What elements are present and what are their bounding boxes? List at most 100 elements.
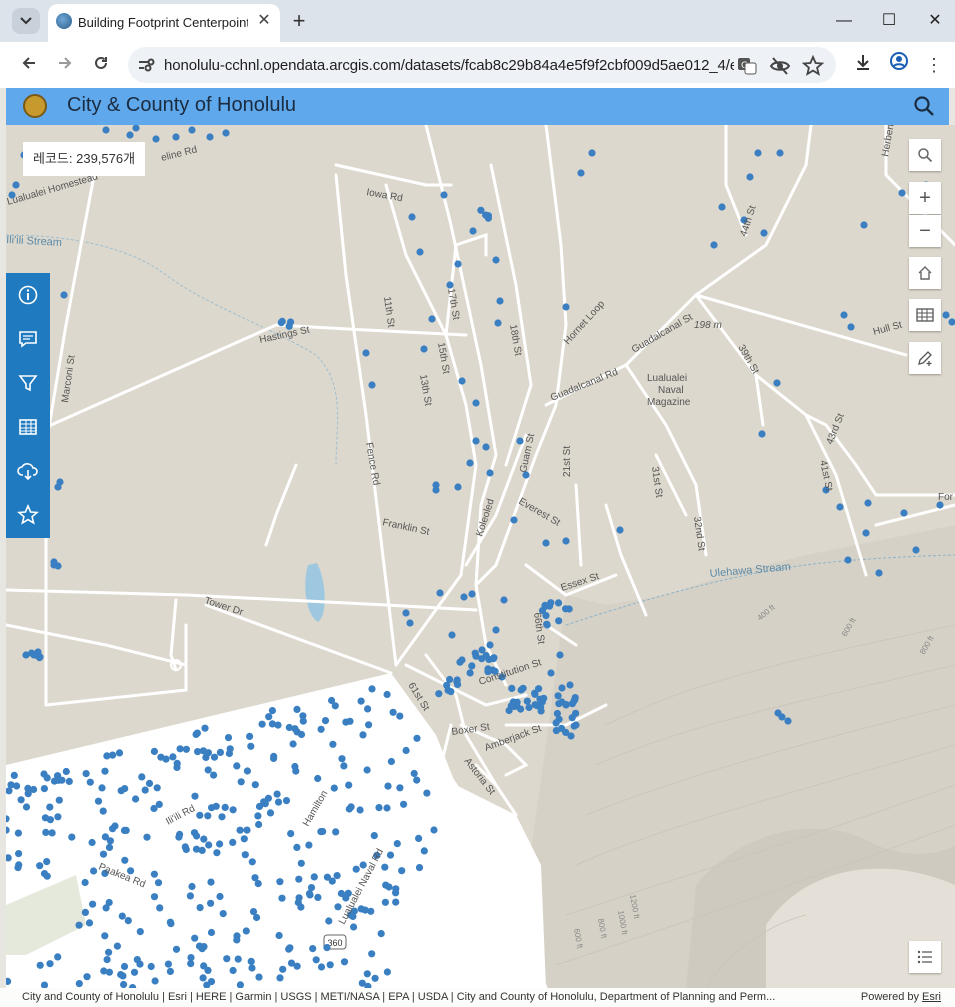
building-point[interactable] [54, 562, 62, 570]
building-point[interactable] [210, 771, 218, 779]
building-point[interactable] [494, 319, 502, 327]
building-point[interactable] [216, 748, 224, 757]
building-point[interactable] [247, 957, 255, 966]
building-point[interactable] [509, 698, 517, 706]
building-point[interactable] [150, 747, 158, 756]
building-point[interactable] [382, 881, 390, 889]
building-point[interactable] [345, 781, 353, 789]
building-point[interactable] [860, 221, 868, 229]
building-point[interactable] [138, 773, 146, 781]
building-point[interactable] [552, 719, 560, 727]
building-point[interactable] [346, 717, 354, 725]
plus-icon[interactable]: + [287, 9, 311, 33]
building-point[interactable] [386, 851, 395, 859]
building-point[interactable] [562, 537, 570, 545]
building-point[interactable] [453, 678, 461, 686]
building-point[interactable] [398, 867, 406, 875]
building-point[interactable] [555, 617, 563, 625]
map-view[interactable]: 360 Iowa Rd Hastings St Marconi St 11th … [6, 125, 955, 988]
building-point[interactable] [48, 829, 56, 837]
building-point[interactable] [36, 961, 44, 969]
building-point[interactable] [243, 767, 251, 775]
building-point[interactable] [778, 713, 786, 721]
building-point[interactable] [531, 689, 539, 697]
forward-icon[interactable] [51, 51, 79, 79]
building-point[interactable] [46, 960, 54, 968]
building-point[interactable] [295, 875, 303, 883]
star-icon[interactable] [802, 55, 824, 77]
building-point[interactable] [402, 609, 410, 617]
building-point[interactable] [293, 962, 301, 970]
building-point[interactable] [151, 977, 159, 985]
building-point[interactable] [191, 792, 199, 800]
building-point[interactable] [75, 980, 83, 988]
building-point[interactable] [285, 723, 293, 732]
building-point[interactable] [234, 955, 242, 963]
building-point[interactable] [248, 964, 256, 972]
building-point[interactable] [204, 766, 212, 774]
building-point[interactable] [875, 569, 883, 577]
building-point[interactable] [776, 149, 784, 157]
building-point[interactable] [368, 685, 376, 693]
building-point[interactable] [332, 828, 340, 836]
building-point[interactable] [141, 786, 149, 794]
legend-button[interactable] [909, 941, 941, 973]
building-point[interactable] [68, 833, 76, 841]
building-point[interactable] [321, 717, 330, 725]
building-point[interactable] [120, 980, 128, 988]
building-point[interactable] [229, 966, 237, 975]
building-point[interactable] [15, 850, 23, 858]
building-point[interactable] [784, 717, 792, 725]
building-point[interactable] [472, 399, 480, 407]
building-point[interactable] [718, 203, 726, 211]
building-point[interactable] [847, 323, 855, 331]
building-point[interactable] [176, 745, 184, 753]
more-icon[interactable]: ⋮ [920, 51, 948, 79]
building-point[interactable] [14, 829, 22, 837]
building-point[interactable] [323, 873, 331, 881]
zoom-out-button[interactable]: − [909, 215, 941, 247]
building-point[interactable] [54, 953, 62, 961]
building-point[interactable] [98, 784, 106, 792]
building-point[interactable] [119, 972, 127, 980]
building-point[interactable] [314, 774, 322, 783]
building-point[interactable] [293, 843, 301, 852]
building-point[interactable] [105, 843, 114, 852]
building-point[interactable] [99, 807, 107, 815]
building-point[interactable] [251, 874, 259, 882]
building-point[interactable] [460, 593, 468, 601]
building-point[interactable] [508, 684, 516, 693]
building-point[interactable] [758, 430, 766, 438]
building-point[interactable] [294, 898, 302, 907]
building-point[interactable] [101, 833, 109, 841]
building-point[interactable] [413, 734, 421, 742]
building-point[interactable] [572, 721, 580, 729]
building-point[interactable] [118, 912, 126, 920]
building-point[interactable] [428, 315, 436, 323]
url-text[interactable]: honolulu-cchnl.opendata.arcgis.com/datas… [164, 57, 734, 74]
building-point[interactable] [572, 709, 580, 717]
site-info-icon[interactable] [136, 55, 156, 75]
building-point[interactable] [210, 753, 219, 761]
building-point[interactable] [166, 967, 174, 976]
building-point[interactable] [447, 688, 455, 696]
building-point[interactable] [898, 189, 906, 197]
building-point[interactable] [410, 769, 418, 778]
building-point[interactable] [293, 705, 301, 714]
building-point[interactable] [201, 724, 209, 732]
building-point[interactable] [454, 260, 462, 268]
building-point[interactable] [365, 721, 373, 729]
building-point[interactable] [172, 945, 181, 953]
building-point[interactable] [42, 828, 50, 837]
building-point[interactable] [577, 169, 585, 177]
favorite-button[interactable] [6, 493, 50, 537]
building-point[interactable] [500, 596, 508, 604]
building-point[interactable] [323, 944, 331, 952]
building-point[interactable] [205, 841, 213, 849]
building-point[interactable] [254, 812, 262, 820]
building-point[interactable] [519, 684, 527, 692]
building-point[interactable] [207, 878, 215, 886]
building-point[interactable] [196, 904, 204, 912]
building-point[interactable] [432, 486, 440, 494]
building-point[interactable] [266, 809, 275, 817]
